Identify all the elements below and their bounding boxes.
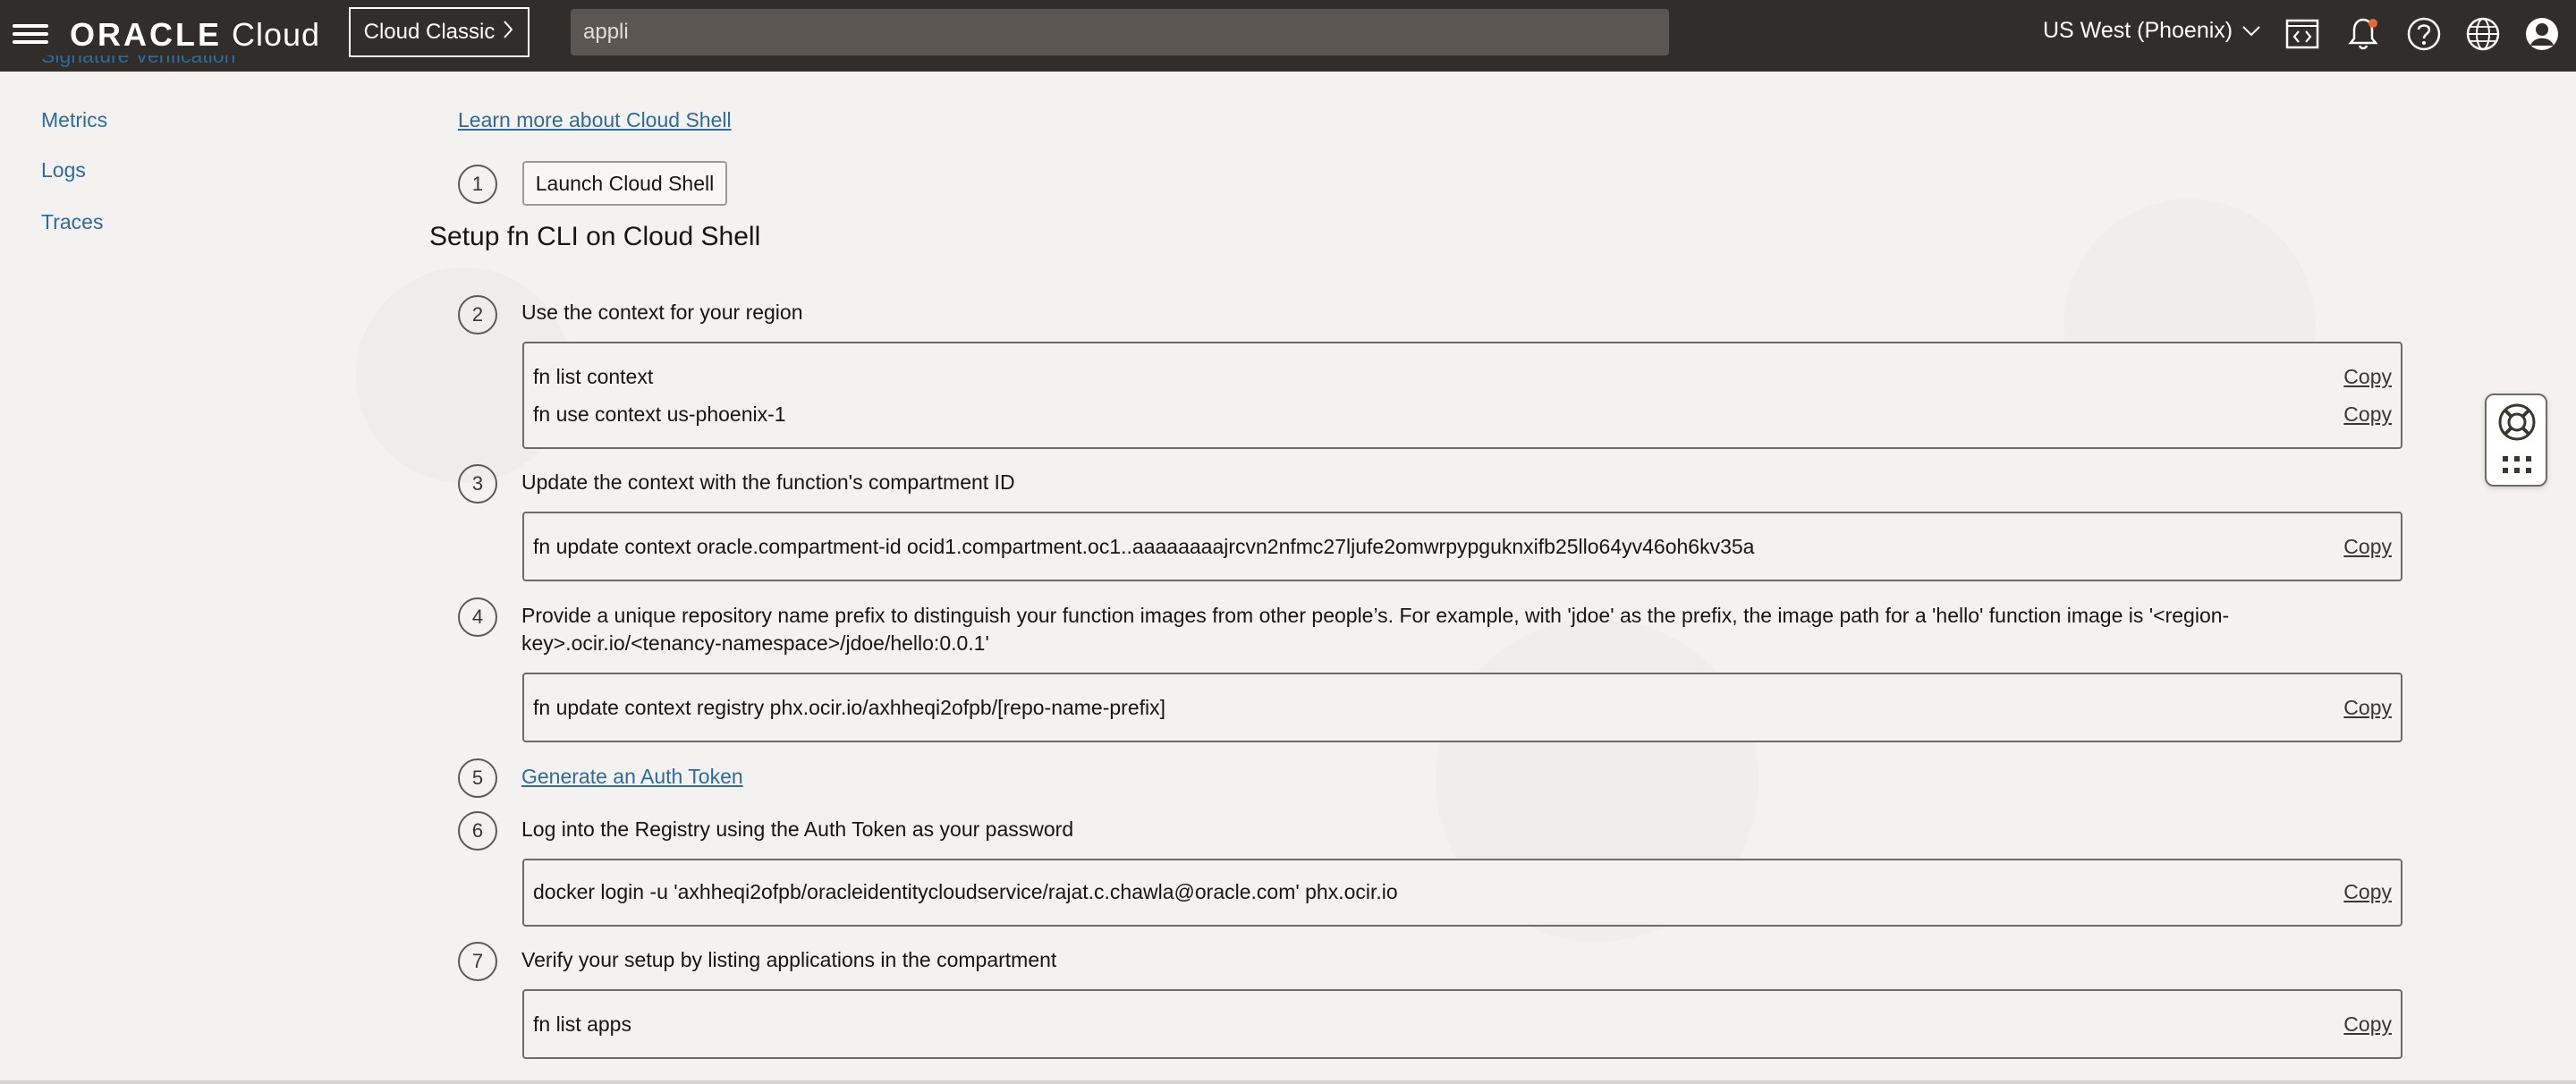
lifebuoy-icon xyxy=(2497,402,2537,446)
sidebar-item-metrics[interactable]: Metrics xyxy=(41,108,107,132)
step-number: 3 xyxy=(458,464,497,504)
chevron-right-icon xyxy=(502,20,514,46)
brand-text: ORACLE xyxy=(70,16,222,53)
code-block: fn update context registry phx.ocir.io/a… xyxy=(522,673,2402,742)
step-number: 4 xyxy=(458,597,497,637)
code-line: fn update context oracle.compartment-id … xyxy=(533,535,1755,558)
oracle-cloud-logo[interactable]: ORACLE Cloud xyxy=(70,16,320,54)
cloud-classic-button[interactable]: Cloud Classic xyxy=(349,7,530,57)
code-line: fn list context xyxy=(533,365,654,388)
page-bottom-divider xyxy=(0,1080,2576,1084)
language-globe-icon[interactable] xyxy=(2465,16,2501,52)
copy-button[interactable]: Copy xyxy=(2343,535,2392,559)
floating-help-widget[interactable] xyxy=(2485,394,2547,487)
step-description-line-1: Provide a unique repository name prefix … xyxy=(521,604,2230,627)
notifications-bell-icon[interactable] xyxy=(2345,16,2381,52)
step-number: 5 xyxy=(458,758,497,798)
step-description: Log into the Registry using the Auth Tok… xyxy=(521,817,1074,841)
search-input[interactable] xyxy=(571,9,1669,55)
sidebar-item-signature-verification[interactable]: Signature Verification xyxy=(41,55,235,79)
region-selector[interactable]: US West (Phoenix) xyxy=(2043,18,2261,44)
step-number: 2 xyxy=(458,295,497,335)
copy-button[interactable]: Copy xyxy=(2343,402,2392,427)
launch-cloud-shell-button[interactable]: Launch Cloud Shell xyxy=(522,161,727,206)
menu-icon[interactable] xyxy=(13,20,48,52)
code-block: fn list apps Copy xyxy=(522,989,2402,1059)
brand-suffix: Cloud xyxy=(232,16,321,53)
step-number: 1 xyxy=(458,165,497,204)
code-line: docker login -u 'axhheqi2ofpb/oracleiden… xyxy=(533,880,1398,903)
top-navigation-bar: ORACLE Cloud Cloud Classic US West (Phoe… xyxy=(0,0,2576,72)
user-profile-icon[interactable] xyxy=(2524,16,2560,52)
copy-button[interactable]: Copy xyxy=(2343,880,2392,904)
step-description: Update the context with the function's c… xyxy=(521,470,1015,494)
code-block: fn list context Copy fn use context us-p… xyxy=(522,342,2402,449)
section-title: Setup fn CLI on Cloud Shell xyxy=(429,222,761,251)
step-description: Verify your setup by listing application… xyxy=(521,948,1057,971)
region-label: US West (Phoenix) xyxy=(2043,18,2233,43)
copy-button[interactable]: Copy xyxy=(2343,1012,2392,1037)
code-block: fn update context oracle.compartment-id … xyxy=(522,512,2402,581)
sidebar-item-traces[interactable]: Traces xyxy=(41,210,103,234)
code-line: fn list apps xyxy=(533,1012,631,1036)
copy-button[interactable]: Copy xyxy=(2343,696,2392,720)
chevron-down-icon xyxy=(2241,18,2261,44)
learn-more-cloud-shell-link[interactable]: Learn more about Cloud Shell xyxy=(458,108,732,132)
sidebar-item-logs[interactable]: Logs xyxy=(41,158,86,182)
copy-button[interactable]: Copy xyxy=(2343,365,2392,389)
step-description: Use the context for your region xyxy=(521,301,803,324)
help-icon[interactable] xyxy=(2406,16,2442,52)
cloud-classic-label: Cloud Classic xyxy=(363,20,496,44)
code-editor-icon[interactable] xyxy=(2284,16,2320,52)
code-block: docker login -u 'axhheqi2ofpb/oracleiden… xyxy=(522,859,2402,927)
code-line: fn use context us-phoenix-1 xyxy=(533,402,786,426)
step-number: 7 xyxy=(458,942,497,981)
code-line: fn update context registry phx.ocir.io/a… xyxy=(533,696,1166,719)
generate-auth-token-link[interactable]: Generate an Auth Token xyxy=(521,765,743,789)
step-number: 6 xyxy=(458,811,497,851)
step-description-line-2: key>.ocir.io/<tenancy-namespace>/jdoe/he… xyxy=(521,631,989,655)
apps-grid-icon xyxy=(2501,454,2533,480)
